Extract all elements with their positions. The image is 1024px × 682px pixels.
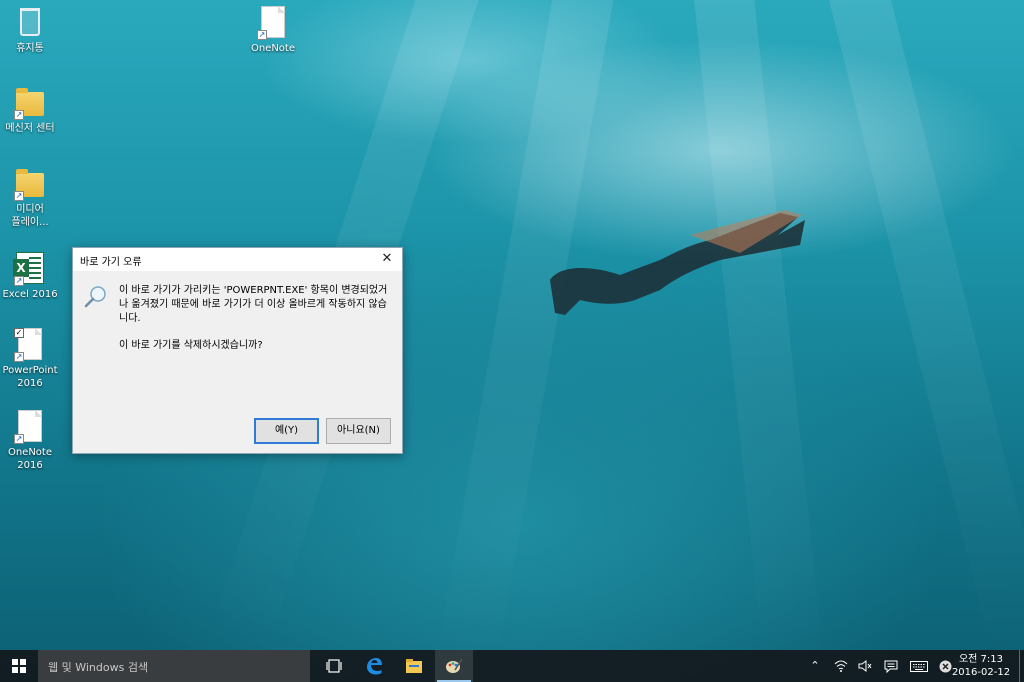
magnifier-icon	[83, 284, 109, 310]
desktop-icon-label: OneNote	[250, 43, 296, 54]
start-button[interactable]	[0, 650, 38, 682]
volume-muted-icon[interactable]	[853, 650, 877, 682]
shortcut-arrow-icon: ↗	[14, 110, 24, 120]
system-clock[interactable]: 오전 7:13 2016-02-12	[948, 653, 1014, 679]
keyboard-icon[interactable]	[907, 650, 931, 682]
desktop-icon-onenote[interactable]: ↗ OneNote	[241, 6, 305, 55]
clock-date: 2016-02-12	[951, 667, 1011, 678]
light-ray	[690, 0, 826, 680]
edge-button[interactable]	[355, 650, 393, 682]
windows-logo-icon	[12, 659, 26, 673]
desktop-icon-label: PowerPoint 2016	[2, 365, 58, 389]
shortcut-arrow-icon: ↗	[14, 191, 24, 201]
desktop-icon-label: 메신저 센터	[5, 123, 55, 134]
desktop-icon-onenote-2016[interactable]: ↗ OneNote 2016	[0, 410, 62, 472]
wifi-icon[interactable]	[829, 650, 853, 682]
show-desktop-button[interactable]	[1019, 650, 1024, 682]
shortcut-arrow-icon: ↗	[257, 30, 267, 40]
shortcut-arrow-icon: ↗	[14, 434, 24, 444]
task-view-icon	[326, 659, 342, 673]
desktop-icon-excel[interactable]: X ↗ Excel 2016	[0, 252, 62, 301]
shortcut-arrow-icon: ↗	[14, 276, 24, 286]
yes-button[interactable]: 예(Y)	[254, 418, 319, 444]
diver-silhouette	[550, 210, 805, 315]
dialog-message: 이 바로 가기가 가리키는 'POWERPNT.EXE' 항목이 변경되었거나 …	[119, 285, 388, 324]
desktop-icon-recycle-bin[interactable]: 휴지통	[0, 6, 62, 55]
edge-icon	[367, 658, 382, 675]
folder-icon: ↗	[14, 86, 46, 120]
dialog-question: 이 바로 가기를 삭제하시겠습니까?	[119, 340, 263, 351]
paint-button[interactable]	[435, 650, 473, 682]
onenote-icon: ↗	[257, 6, 289, 40]
chevron-up-icon[interactable]: ⌃	[803, 650, 827, 682]
light-ray	[820, 0, 1024, 666]
checkbox-icon: ✓	[14, 328, 24, 338]
light-ray	[435, 0, 620, 675]
taskbar: 웹 및 Windows 검색 ⌃ 오전 7:13 2016-02-12	[0, 650, 1024, 682]
desktop-icon-label: 미디어 플레이...	[11, 204, 49, 228]
file-explorer-icon	[406, 659, 422, 673]
desktop-icon-messenger-center[interactable]: ↗ 메신저 센터	[0, 86, 62, 135]
excel-icon: X ↗	[13, 252, 46, 286]
shortcut-arrow-icon: ↗	[14, 352, 24, 362]
onenote-icon: ↗	[14, 410, 46, 444]
powerpoint-icon: ✓ ↗	[14, 328, 46, 362]
media-player-icon: ↗	[14, 167, 46, 201]
no-button[interactable]: 아니요(N)	[326, 418, 391, 444]
action-center-icon[interactable]	[879, 650, 903, 682]
recycle-bin-icon	[14, 6, 46, 40]
desktop-icon-media-player[interactable]: ↗ 미디어 플레이...	[0, 167, 62, 229]
close-icon[interactable]: ✕	[372, 248, 402, 271]
dialog-titlebar[interactable]: 바로 가기 오류 ✕	[73, 248, 402, 271]
clock-time: 오전 7:13	[958, 654, 1004, 665]
desktop-icon-label: OneNote 2016	[7, 447, 53, 471]
paint-icon	[446, 658, 463, 673]
desktop-icon-label: Excel 2016	[2, 289, 58, 300]
desktop-icon-label: 휴지통	[16, 43, 44, 54]
desktop-icon-powerpoint[interactable]: ✓ ↗ PowerPoint 2016	[0, 328, 62, 390]
file-explorer-button[interactable]	[395, 650, 433, 682]
search-placeholder: 웹 및 Windows 검색	[48, 661, 149, 674]
task-view-button[interactable]	[315, 650, 353, 682]
dialog-title: 바로 가기 오류	[80, 257, 142, 268]
search-box[interactable]: 웹 및 Windows 검색	[38, 650, 310, 682]
shortcut-error-dialog: 바로 가기 오류 ✕ 이 바로 가기가 가리키는 'POWERPNT.EXE' …	[72, 247, 403, 454]
